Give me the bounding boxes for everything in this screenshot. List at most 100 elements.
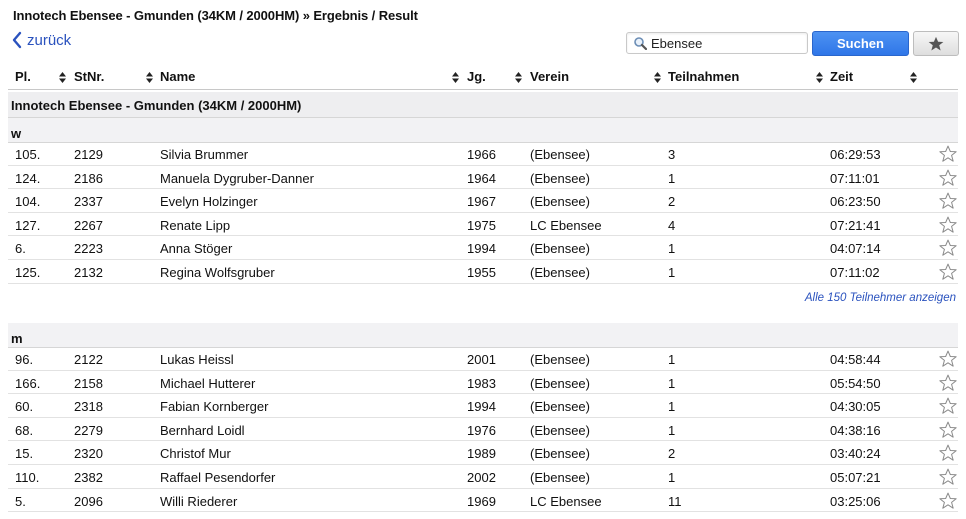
col-participations: 2 bbox=[668, 446, 676, 462]
favorite-star-icon[interactable] bbox=[938, 168, 958, 188]
favorite-star-icon[interactable] bbox=[938, 191, 958, 211]
table-header: Pl. StNr. Name Jg. Verein Teilnahmen Zeit bbox=[8, 66, 958, 90]
favorite-star-icon[interactable] bbox=[938, 396, 958, 416]
col-club: (Ebensee) bbox=[530, 352, 590, 367]
col-name: Silvia Brummer bbox=[160, 147, 249, 162]
table-row[interactable]: 104. 2337 Evelyn Holzinger 1967 (Ebensee) 2 06… bbox=[8, 189, 958, 213]
col-year: 1994 bbox=[467, 399, 496, 415]
col-start-number: 2320 bbox=[74, 446, 103, 462]
col-start-number: 2279 bbox=[74, 422, 103, 438]
back-link-label: zurück bbox=[27, 31, 72, 49]
col-start-number: 2129 bbox=[74, 147, 103, 162]
col-time: 05:07:21 bbox=[830, 470, 881, 485]
col-name: Bernhard Loidl bbox=[160, 422, 245, 438]
col-year: 1983 bbox=[467, 375, 496, 391]
table-row[interactable]: 96. 2122 Lukas Heissl 2001 (Ebensee) 1 04:58:4… bbox=[8, 347, 958, 371]
col-participations: 1 bbox=[668, 241, 676, 257]
favorite-star-icon[interactable] bbox=[938, 215, 958, 235]
col-rank: 6. bbox=[15, 241, 26, 257]
search-button[interactable]: Suchen bbox=[812, 31, 909, 56]
favorite-star-icon[interactable] bbox=[938, 262, 958, 282]
col-participations: 1 bbox=[668, 265, 676, 280]
favorite-star-icon[interactable] bbox=[938, 491, 958, 511]
col-start-number: 2318 bbox=[74, 399, 103, 415]
table-row[interactable]: 110. 2382 Raffael Pesendorfer 2002 (Ebensee)… bbox=[8, 465, 958, 489]
col-rank-header[interactable]: Pl. bbox=[15, 69, 31, 84]
col-rank: 60. bbox=[15, 399, 34, 415]
favorite-star-icon[interactable] bbox=[938, 420, 958, 440]
col-start-number-header[interactable]: StNr. bbox=[74, 69, 104, 84]
chevron-left-icon bbox=[12, 31, 22, 49]
col-time: 07:21:41 bbox=[830, 217, 881, 233]
favorite-star-icon[interactable] bbox=[938, 238, 958, 258]
table-row[interactable]: 166. 2158 Michael Hutterer 1983 (Ebensee) 1 05… bbox=[8, 371, 958, 395]
favorite-star-icon[interactable] bbox=[938, 373, 958, 393]
col-club: (Ebensee) bbox=[530, 241, 590, 257]
sort-icon[interactable] bbox=[515, 72, 522, 83]
col-time: 03:40:24 bbox=[830, 446, 881, 462]
col-name: Fabian Kornberger bbox=[160, 399, 269, 415]
star-icon bbox=[928, 36, 944, 50]
table-row[interactable]: 6. 2223 Anna Stöger 1994 (Ebensee) 1 04:07:14 bbox=[8, 236, 958, 260]
back-link[interactable]: zurück bbox=[11, 31, 71, 49]
col-name: Regina Wolfsgruber bbox=[160, 265, 275, 280]
col-start-number: 2337 bbox=[74, 194, 103, 210]
col-year: 1994 bbox=[467, 241, 496, 257]
col-rank: 124. bbox=[15, 170, 41, 186]
col-rank: 125. bbox=[15, 265, 41, 280]
col-time: 05:54:50 bbox=[830, 375, 881, 391]
col-rank: 166. bbox=[15, 375, 41, 391]
favorite-star-icon[interactable] bbox=[938, 349, 958, 369]
favorites-button[interactable] bbox=[913, 31, 959, 56]
col-club: LC Ebensee bbox=[530, 217, 602, 233]
col-year: 2002 bbox=[467, 470, 496, 485]
search-box[interactable] bbox=[626, 32, 808, 54]
sort-icon[interactable] bbox=[816, 72, 823, 83]
favorite-star-icon[interactable] bbox=[938, 144, 958, 164]
table-row[interactable]: 127. 2267 Renate Lipp 1975 LC Ebensee 4 07:21:… bbox=[8, 213, 958, 237]
col-participations: 1 bbox=[668, 399, 676, 415]
table-row[interactable]: 125. 2132 Regina Wolfsgruber 1955 (Ebensee) 1… bbox=[8, 260, 958, 284]
col-year-header[interactable]: Jg. bbox=[467, 69, 486, 84]
search-input[interactable] bbox=[651, 35, 801, 51]
col-club: (Ebensee) bbox=[530, 446, 590, 462]
col-start-number: 2122 bbox=[74, 352, 103, 367]
show-all-participants-link[interactable]: Alle 150 Teilnehmer anzeigen bbox=[805, 292, 956, 304]
col-name-header[interactable]: Name bbox=[160, 69, 195, 84]
col-time-header[interactable]: Zeit bbox=[830, 69, 853, 84]
table-row[interactable]: 124. 2186 Manuela Dygruber-Danner 1964 (Eben… bbox=[8, 166, 958, 190]
table-row[interactable]: 5. 2096 Willi Riederer 1969 LC Ebensee 11 03:2… bbox=[8, 489, 958, 513]
sort-icon[interactable] bbox=[910, 72, 917, 83]
col-rank: 68. bbox=[15, 422, 34, 438]
sort-icon[interactable] bbox=[59, 72, 66, 83]
sort-icon[interactable] bbox=[654, 72, 661, 83]
col-participations-header[interactable]: Teilnahmen bbox=[668, 69, 739, 84]
col-start-number: 2132 bbox=[74, 265, 103, 280]
table-row[interactable]: 68. 2279 Bernhard Loidl 1976 (Ebensee) 1 04:38… bbox=[8, 418, 958, 442]
col-club-header[interactable]: Verein bbox=[530, 69, 569, 84]
page-title: Innotech Ebensee - Gmunden (34KM / 2000H… bbox=[13, 8, 418, 23]
col-year: 1964 bbox=[467, 170, 496, 186]
favorite-star-icon[interactable] bbox=[938, 467, 958, 487]
col-year: 1976 bbox=[467, 422, 496, 438]
table-row[interactable]: 105. 2129 Silvia Brummer 1966 (Ebensee) 3 06:2… bbox=[8, 142, 958, 166]
col-start-number: 2223 bbox=[74, 241, 103, 257]
table-row[interactable]: 60. 2318 Fabian Kornberger 1994 (Ebensee) 1 04… bbox=[8, 394, 958, 418]
col-club: (Ebensee) bbox=[530, 265, 590, 280]
sort-icon[interactable] bbox=[146, 72, 153, 83]
col-year: 2001 bbox=[467, 352, 496, 367]
col-rank: 105. bbox=[15, 147, 41, 162]
col-start-number: 2382 bbox=[74, 470, 103, 485]
col-participations: 1 bbox=[668, 170, 676, 186]
col-participations: 1 bbox=[668, 470, 676, 485]
col-participations: 1 bbox=[668, 352, 676, 367]
table-row[interactable]: 15. 2320 Christof Mur 1989 (Ebensee) 2 03:40:2… bbox=[8, 441, 958, 465]
col-rank: 96. bbox=[15, 352, 34, 367]
col-club: (Ebensee) bbox=[530, 170, 590, 186]
col-rank: 127. bbox=[15, 217, 41, 233]
col-participations: 1 bbox=[668, 375, 676, 391]
col-name: Anna Stöger bbox=[160, 241, 233, 257]
sort-icon[interactable] bbox=[452, 72, 459, 83]
col-time: 07:11:02 bbox=[830, 265, 880, 280]
favorite-star-icon[interactable] bbox=[938, 443, 958, 463]
